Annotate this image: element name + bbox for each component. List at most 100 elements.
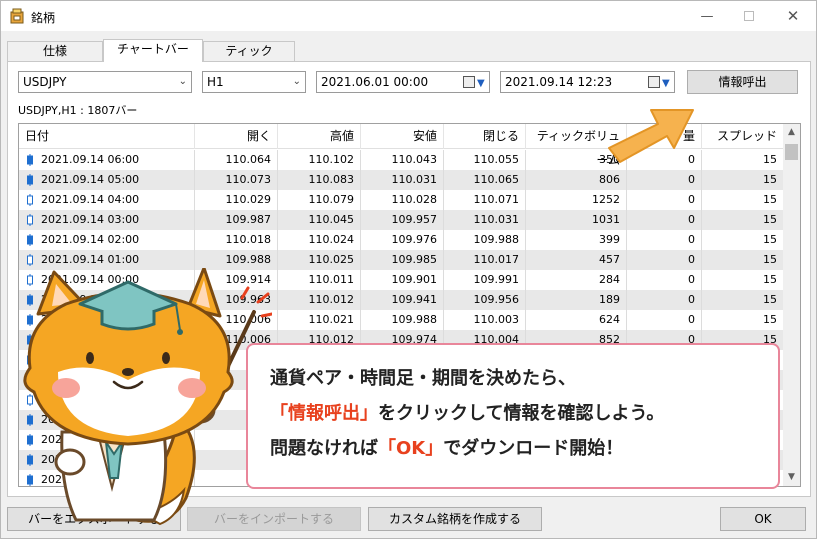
cell-low: 109.901: [361, 270, 444, 290]
candle-icon: [27, 214, 33, 226]
bar-count-summary: USDJPY,H1 : 1807バー: [18, 104, 138, 117]
cell-spread: 15: [702, 290, 784, 310]
callout-highlight-ok: 「OK」: [378, 438, 444, 459]
cell-open: 109.987: [195, 210, 278, 230]
cell-date: 2021.09.14 01:00: [19, 250, 195, 270]
cell-low: 110.043: [361, 150, 444, 170]
col-header-low[interactable]: 安値: [361, 124, 444, 149]
cell-tick: 1252: [526, 190, 627, 210]
candle-icon: [27, 194, 33, 206]
date-to-picker[interactable]: 2021.09.14 12:23 ▼: [500, 71, 675, 93]
cell-spread: 15: [702, 230, 784, 250]
table-row[interactable]: 2021.09.14 01:00 109.988 110.025 109.985 110…: [19, 250, 784, 270]
cell-close: 110.071: [444, 190, 526, 210]
col-header-open[interactable]: 開く: [195, 124, 278, 149]
title-bar[interactable]: 銘柄 — ✕: [1, 1, 816, 31]
symbol-select[interactable]: USDJPY ⌄: [18, 71, 192, 93]
date-from-picker[interactable]: 2021.06.01 00:00 ▼: [316, 71, 490, 93]
cell-close: 110.065: [444, 170, 526, 190]
scroll-up-icon[interactable]: ▲: [783, 124, 800, 141]
cell-close: 110.031: [444, 210, 526, 230]
cell-date: 2021.09.14 03:00: [19, 210, 195, 230]
cell-date: 2021.09.14 02:00: [19, 230, 195, 250]
cell-spread: 15: [702, 250, 784, 270]
chevron-down-icon: ▼: [477, 78, 485, 89]
cell-high: 110.079: [278, 190, 361, 210]
maximize-icon: [744, 11, 754, 21]
cell-vol: 0: [627, 230, 702, 250]
symbol-select-value: USDJPY: [23, 75, 67, 89]
scroll-thumb[interactable]: [785, 144, 798, 160]
col-header-spread[interactable]: スプレッド: [702, 124, 784, 149]
timeframe-select[interactable]: H1 ⌄: [202, 71, 306, 93]
cell-open: 110.029: [195, 190, 278, 210]
window-title: 銘柄: [31, 11, 56, 25]
cell-close: 110.055: [444, 150, 526, 170]
col-header-close[interactable]: 閉じる: [444, 124, 526, 149]
tab-spec[interactable]: 仕様: [7, 41, 103, 61]
candle-icon: [27, 154, 33, 166]
cell-close: 110.017: [444, 250, 526, 270]
cell-low: 109.985: [361, 250, 444, 270]
close-button[interactable]: ✕: [773, 1, 813, 31]
vertical-scrollbar[interactable]: ▲ ▼: [783, 124, 800, 486]
cell-close: 110.003: [444, 310, 526, 330]
cell-close: 109.956: [444, 290, 526, 310]
scroll-down-icon[interactable]: ▼: [783, 469, 800, 486]
cell-high: 110.021: [278, 310, 361, 330]
cell-spread: 15: [702, 170, 784, 190]
cell-open: 110.073: [195, 170, 278, 190]
chevron-down-icon: ▼: [662, 78, 670, 89]
col-header-date[interactable]: 日付: [19, 124, 195, 149]
date-to-value: 2021.09.14 12:23: [505, 75, 613, 89]
cell-spread: 15: [702, 270, 784, 290]
cell-vol: 0: [627, 250, 702, 270]
callout-line-2-rest: をクリックして情報を確認しよう。: [378, 403, 665, 424]
cell-spread: 15: [702, 210, 784, 230]
cell-vol: 0: [627, 190, 702, 210]
instruction-callout: 通貨ペア・時間足・期間を決めたら、 「情報呼出」をクリックして情報を確認しよう。…: [246, 343, 780, 489]
cell-close: 109.988: [444, 230, 526, 250]
cell-low: 110.028: [361, 190, 444, 210]
chevron-down-icon: ⌄: [178, 76, 187, 87]
cell-open: 109.988: [195, 250, 278, 270]
cell-high: 110.011: [278, 270, 361, 290]
cell-low: 109.988: [361, 310, 444, 330]
request-info-button[interactable]: 情報呼出: [687, 70, 798, 94]
ok-button[interactable]: OK: [720, 507, 806, 531]
calendar-icon: [463, 76, 475, 88]
table-row[interactable]: 2021.09.14 04:00 110.029 110.079 110.028 110…: [19, 190, 784, 210]
cell-tick: 284: [526, 270, 627, 290]
table-row[interactable]: 2021.09.14 05:00 110.073 110.083 110.031 110…: [19, 170, 784, 190]
cell-tick: 399: [526, 230, 627, 250]
date-from-value: 2021.06.01 00:00: [321, 75, 429, 89]
cell-low: 110.031: [361, 170, 444, 190]
cell-spread: 15: [702, 190, 784, 210]
col-header-high[interactable]: 高値: [278, 124, 361, 149]
cell-vol: 0: [627, 310, 702, 330]
chevron-down-icon: ⌄: [292, 76, 301, 87]
table-row[interactable]: 2021.09.14 02:00 110.018 110.024 109.976 109…: [19, 230, 784, 250]
callout-line-1: 通貨ペア・時間足・期間を決めたら、: [270, 368, 576, 389]
candle-icon: [27, 254, 33, 266]
cell-open: 110.064: [195, 150, 278, 170]
cell-open: 110.018: [195, 230, 278, 250]
callout-line-3-rest: でダウンロード開始！: [443, 438, 624, 459]
cell-spread: 15: [702, 150, 784, 170]
cell-vol: 0: [627, 170, 702, 190]
cell-spread: 15: [702, 310, 784, 330]
tab-chart-bars[interactable]: チャートバー: [103, 39, 203, 62]
cell-tick: 1031: [526, 210, 627, 230]
cell-low: 109.941: [361, 290, 444, 310]
cell-date: 2021.09.14 04:00: [19, 190, 195, 210]
timeframe-select-value: H1: [207, 75, 224, 89]
create-custom-symbol-button[interactable]: カスタム銘柄を作成する: [368, 507, 542, 531]
cell-high: 110.102: [278, 150, 361, 170]
minimize-icon: —: [700, 8, 714, 24]
maximize-button[interactable]: [729, 1, 769, 31]
tab-ticks[interactable]: ティック: [203, 41, 295, 61]
cell-high: 110.024: [278, 230, 361, 250]
candle-icon: [27, 174, 33, 186]
table-row[interactable]: 2021.09.14 03:00 109.987 110.045 109.957 110…: [19, 210, 784, 230]
minimize-button[interactable]: —: [687, 1, 727, 31]
